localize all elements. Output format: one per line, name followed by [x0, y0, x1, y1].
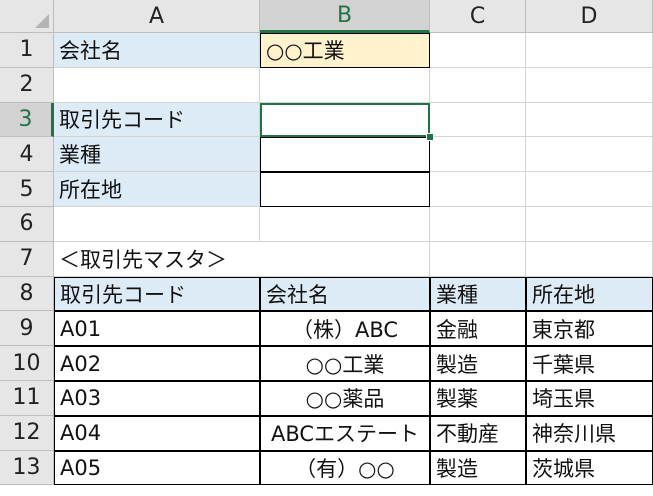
cell-A1[interactable]: 会社名 — [54, 33, 260, 68]
row-header-5[interactable]: 5 — [0, 172, 54, 207]
cell-D3[interactable] — [526, 102, 653, 138]
cell-B2[interactable] — [260, 67, 430, 103]
row-header-6[interactable]: 6 — [0, 207, 54, 242]
cell-A9[interactable]: A01 — [54, 311, 260, 347]
cell-C10[interactable]: 製造 — [430, 346, 526, 381]
cell-D2[interactable] — [526, 67, 653, 103]
row-header-3[interactable]: 3 — [0, 102, 54, 138]
fill-handle[interactable] — [426, 133, 434, 142]
cell-C1[interactable] — [430, 33, 526, 68]
cell-B7[interactable] — [260, 241, 430, 277]
column-header-C[interactable]: C — [430, 0, 526, 33]
cell-A2[interactable] — [54, 67, 260, 103]
cell-A4[interactable]: 業種 — [54, 137, 260, 173]
row-header-8[interactable]: 8 — [0, 276, 54, 312]
cell-D9[interactable]: 東京都 — [526, 311, 653, 347]
cell-B13[interactable]: （有）○○ — [260, 450, 430, 486]
cell-B3[interactable] — [260, 102, 430, 138]
row-header-7[interactable]: 7 — [0, 241, 54, 277]
cell-D11[interactable]: 埼玉県 — [526, 381, 653, 416]
select-all-triangle-icon — [35, 14, 49, 28]
cell-A10[interactable]: A02 — [54, 346, 260, 381]
row-header-13[interactable]: 13 — [0, 450, 54, 486]
row-header-12[interactable]: 12 — [0, 415, 54, 451]
cell-C11[interactable]: 製薬 — [430, 381, 526, 416]
cell-D4[interactable] — [526, 137, 653, 173]
cell-B10[interactable]: ○○工業 — [260, 346, 430, 381]
cell-A8[interactable]: 取引先コード — [54, 276, 260, 312]
spreadsheet-grid: A B C D 1 2 3 4 5 6 7 8 9 10 11 12 13 会社名 ○○工業 取引先コード 業種 所在地＜… — [0, 0, 653, 496]
row-header-10[interactable]: 10 — [0, 346, 54, 381]
cell-B11[interactable]: ○○薬品 — [260, 381, 430, 416]
cell-C7[interactable] — [430, 241, 526, 277]
cell-A13[interactable]: A05 — [54, 450, 260, 486]
column-header-A[interactable]: A — [54, 0, 260, 33]
row-header-9[interactable]: 9 — [0, 311, 54, 347]
cell-D12[interactable]: 神奈川県 — [526, 415, 653, 451]
row-header-4[interactable]: 4 — [0, 137, 54, 173]
cell-A11[interactable]: A03 — [54, 381, 260, 416]
cell-C4[interactable] — [430, 137, 526, 173]
cell-C8[interactable]: 業種 — [430, 276, 526, 312]
cell-C2[interactable] — [430, 67, 526, 103]
cell-C9[interactable]: 金融 — [430, 311, 526, 347]
cell-B5[interactable] — [260, 172, 430, 207]
cell-A3[interactable]: 取引先コード — [54, 102, 260, 138]
cell-C12[interactable]: 不動産 — [430, 415, 526, 451]
cell-A7[interactable]: ＜取引先マスタ＞ — [54, 242, 260, 277]
cell-C6[interactable] — [430, 207, 526, 242]
cell-A6[interactable] — [54, 207, 260, 242]
row-header-1[interactable]: 1 — [0, 33, 54, 68]
cell-D8[interactable]: 所在地 — [526, 276, 653, 312]
cell-C13[interactable]: 製造 — [430, 450, 526, 486]
cell-D10[interactable]: 千葉県 — [526, 346, 653, 381]
cell-A12[interactable]: A04 — [54, 415, 260, 451]
cell-B6[interactable] — [260, 207, 430, 242]
cell-D6[interactable] — [526, 207, 653, 242]
cell-A5[interactable]: 所在地 — [54, 172, 260, 207]
row-header-11[interactable]: 11 — [0, 381, 54, 416]
select-all-button[interactable] — [0, 0, 54, 33]
column-header-D[interactable]: D — [526, 0, 653, 33]
row-header-2[interactable]: 2 — [0, 67, 54, 103]
column-header-B[interactable]: B — [260, 0, 430, 33]
cell-B4[interactable] — [260, 137, 430, 173]
cell-C3[interactable] — [430, 102, 526, 138]
cell-D1[interactable] — [526, 33, 653, 68]
cell-D13[interactable]: 茨城県 — [526, 450, 653, 486]
cell-C5[interactable] — [430, 172, 526, 207]
cell-B8[interactable]: 会社名 — [260, 276, 430, 312]
cell-B1[interactable]: ○○工業 — [260, 33, 430, 68]
cell-B9[interactable]: （株）ABC — [260, 311, 430, 347]
cell-B12[interactable]: ABCエステート — [260, 415, 430, 451]
cell-D7[interactable] — [526, 241, 653, 277]
cell-D5[interactable] — [526, 172, 653, 207]
